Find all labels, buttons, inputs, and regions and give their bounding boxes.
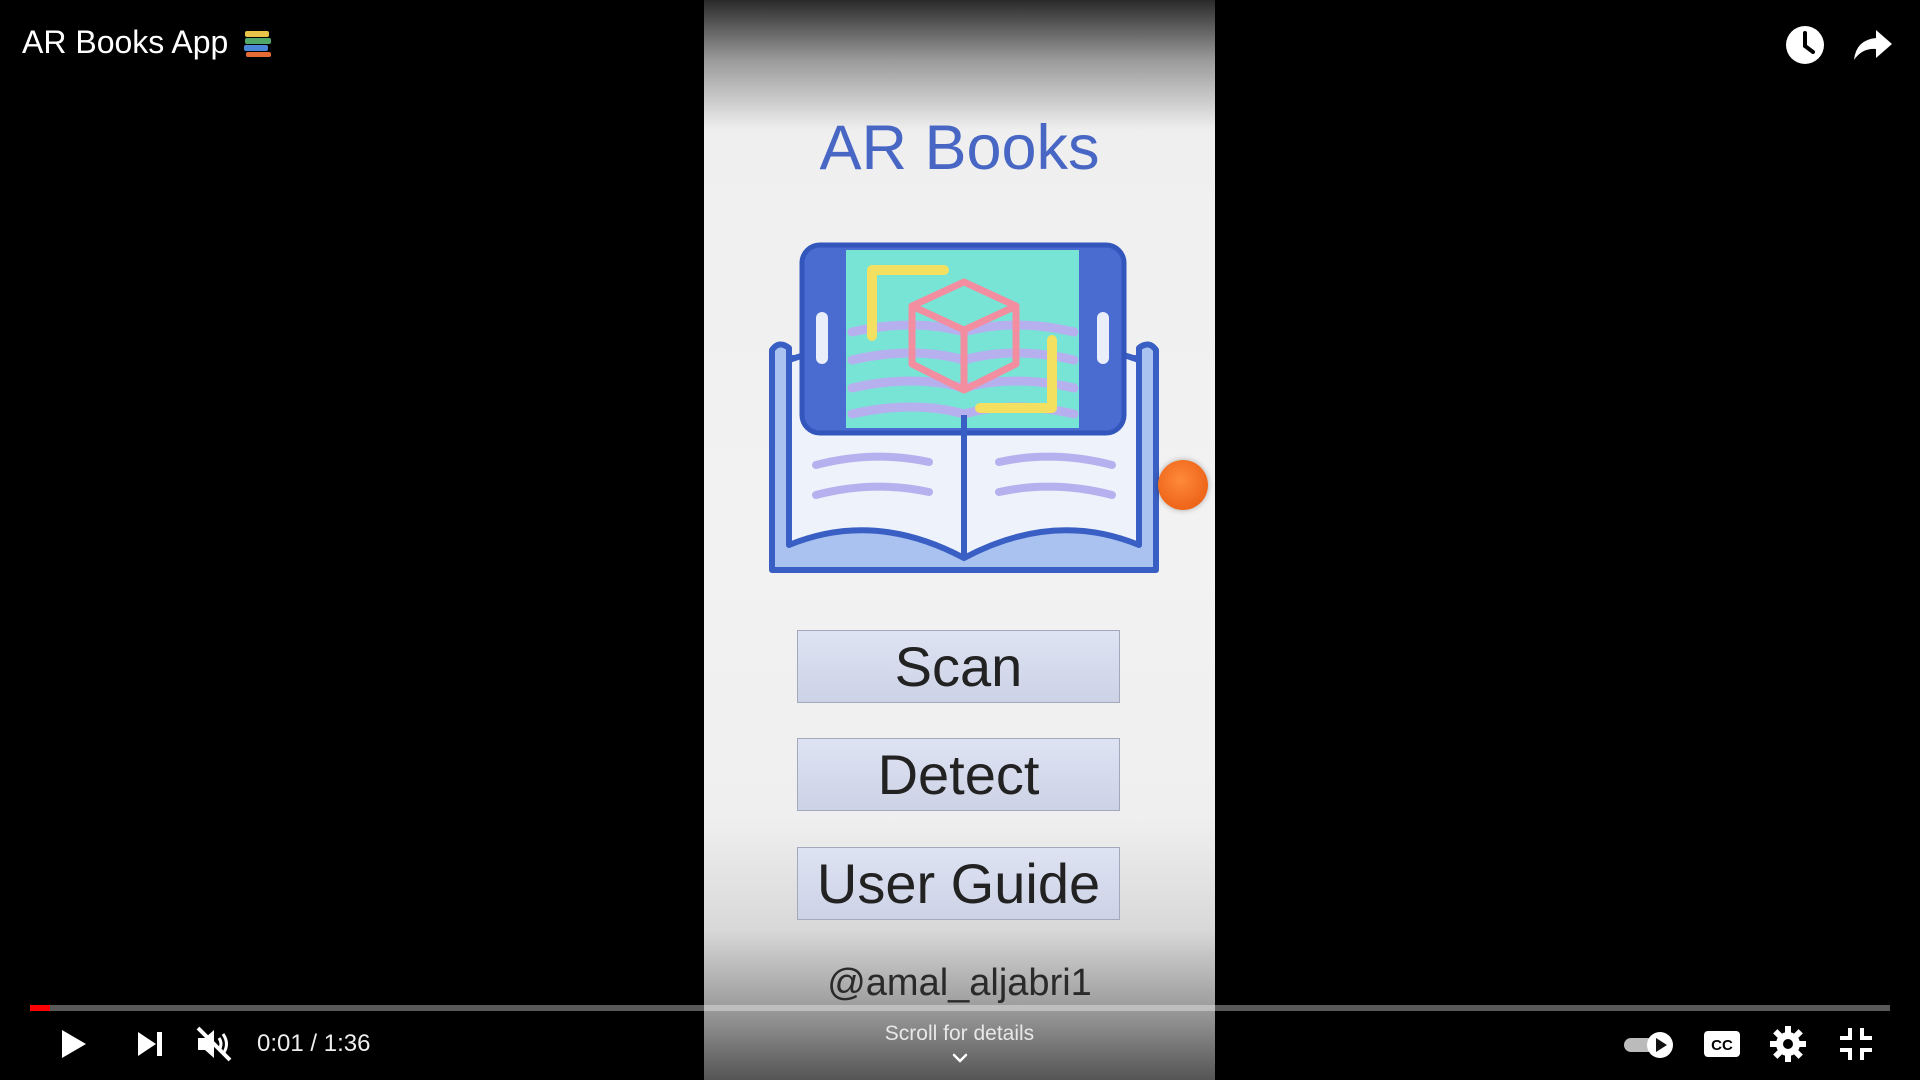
time-current: 0:01 bbox=[257, 1030, 304, 1057]
recording-indicator bbox=[1158, 460, 1208, 510]
time-display: 0:01 / 1:36 bbox=[257, 1030, 370, 1058]
svg-text:CC: CC bbox=[1711, 1037, 1733, 1054]
video-title-bar[interactable]: AR Books App bbox=[22, 24, 274, 61]
play-icon[interactable] bbox=[50, 1022, 94, 1066]
app-title: AR Books bbox=[819, 113, 1100, 183]
books-icon bbox=[244, 30, 272, 57]
time-total: 1:36 bbox=[323, 1030, 371, 1057]
share-arrow-icon[interactable] bbox=[1850, 22, 1896, 68]
video-frame[interactable]: AR Books Scan Detect User Guide @amal_al… bbox=[704, 0, 1215, 1080]
author-handle: @amal_aljabri1 bbox=[827, 962, 1092, 1004]
exit-fullscreen-icon[interactable] bbox=[1834, 1022, 1878, 1066]
next-icon[interactable] bbox=[128, 1022, 172, 1066]
scan-button[interactable]: Scan bbox=[797, 630, 1120, 703]
cc-icon[interactable]: CC bbox=[1700, 1022, 1744, 1066]
ar-book-illustration bbox=[769, 242, 1159, 573]
time-separator: / bbox=[310, 1030, 318, 1057]
scroll-hint[interactable]: Scroll for details bbox=[704, 1022, 1215, 1046]
muted-speaker-icon[interactable] bbox=[192, 1022, 236, 1066]
detect-button[interactable]: Detect bbox=[797, 738, 1120, 811]
chevron-down-icon[interactable] bbox=[946, 1050, 974, 1068]
progress-fill bbox=[30, 1005, 51, 1011]
progress-bar[interactable] bbox=[30, 1005, 1890, 1011]
gear-icon[interactable] bbox=[1766, 1022, 1810, 1066]
user-guide-button[interactable]: User Guide bbox=[797, 847, 1120, 920]
clock-icon[interactable] bbox=[1782, 22, 1828, 68]
autoplay-toggle-icon[interactable] bbox=[1620, 1022, 1678, 1066]
video-title: AR Books App bbox=[22, 24, 229, 60]
